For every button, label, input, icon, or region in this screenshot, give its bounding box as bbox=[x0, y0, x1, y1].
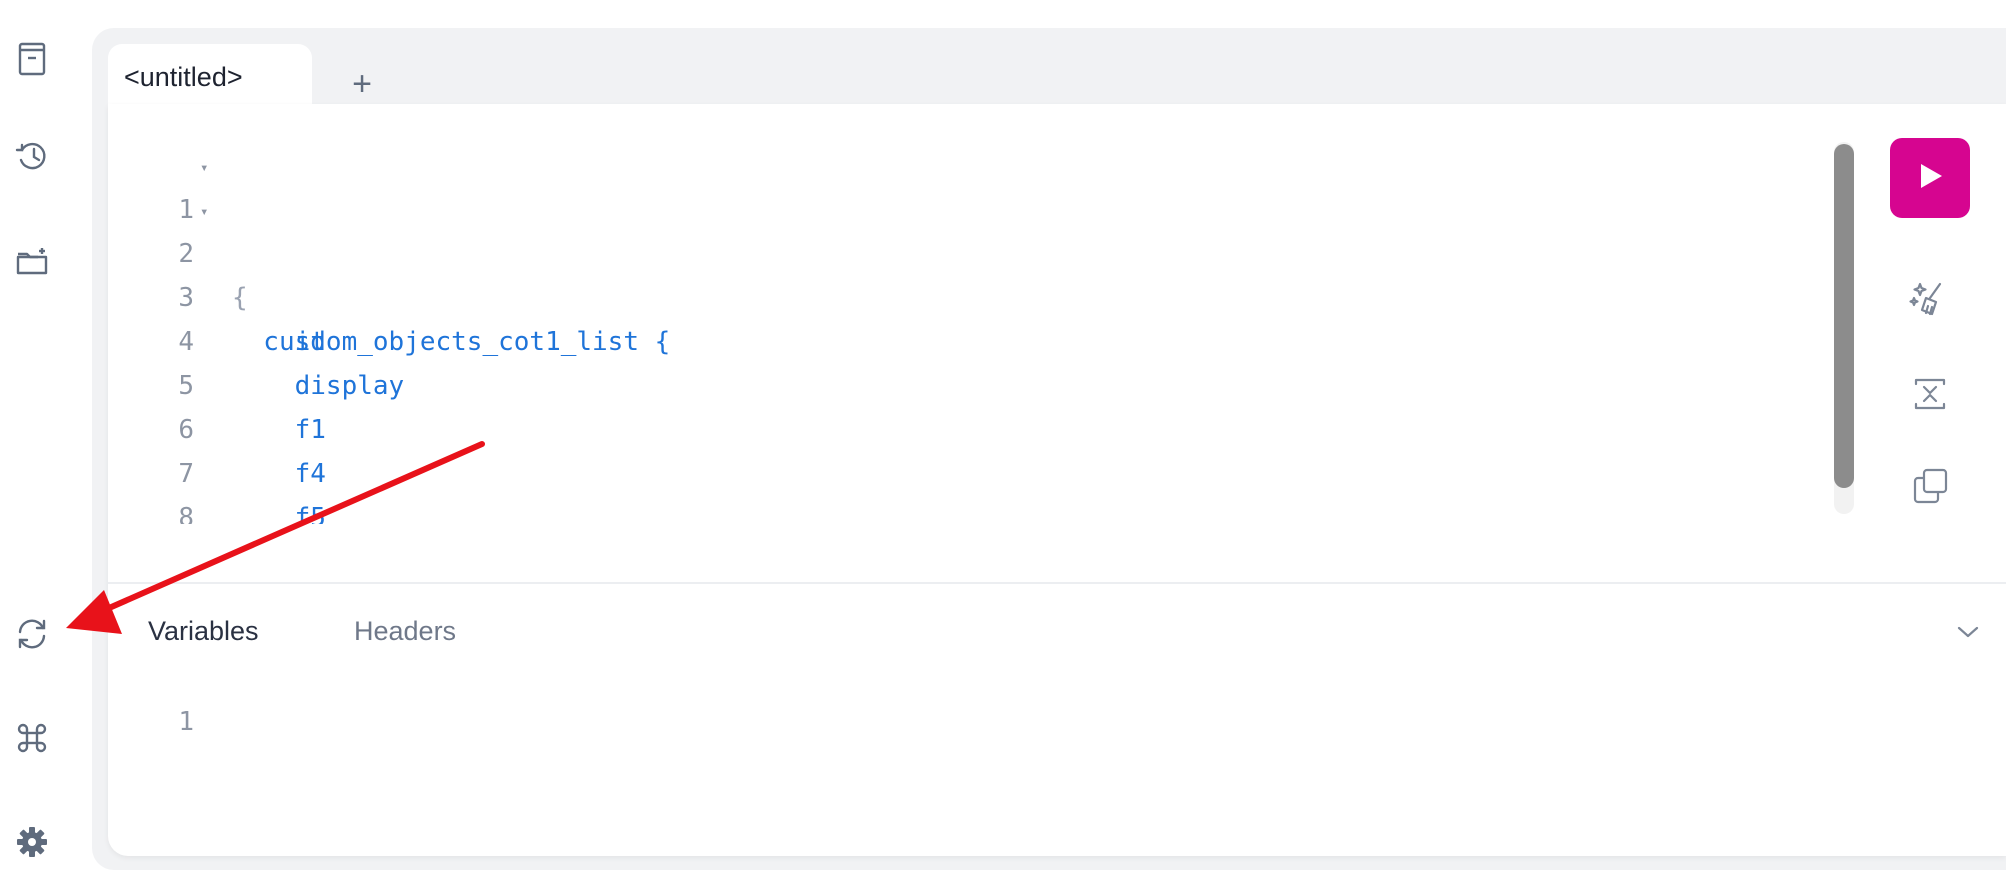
history-icon bbox=[12, 136, 52, 181]
merge-fragments-button[interactable] bbox=[1904, 370, 1956, 422]
sidebar bbox=[0, 0, 70, 896]
tab-variables[interactable]: Variables bbox=[148, 616, 259, 647]
chevron-down-icon bbox=[1948, 626, 1988, 656]
settings-button[interactable] bbox=[4, 816, 60, 872]
code-line: 9 } bbox=[108, 496, 1808, 524]
code-line: 3 id bbox=[108, 232, 1808, 357]
code-line: 8 } bbox=[108, 452, 1808, 524]
prettify-button[interactable] bbox=[1904, 276, 1956, 328]
explorer-icon bbox=[12, 242, 52, 287]
copy-query-button[interactable] bbox=[1904, 462, 1956, 514]
code-line: 1 ▾ { bbox=[108, 144, 1808, 313]
fold-arrow-icon[interactable]: ▾ bbox=[200, 146, 208, 190]
play-icon bbox=[1910, 156, 1950, 201]
code-line: 4 display bbox=[108, 276, 1808, 401]
code-line: 6 f4 bbox=[108, 364, 1808, 489]
keyboard-shortcuts-icon bbox=[12, 718, 52, 763]
explorer-button[interactable] bbox=[4, 236, 60, 292]
query-editor[interactable]: 1 ▾ { 2 ▾ custom_objects_cot1_list { 3 i… bbox=[108, 104, 1868, 524]
main-panel: <untitled> + 1 ▾ { 2 ▾ custom_objects_co… bbox=[92, 28, 2006, 870]
docs-button[interactable] bbox=[4, 32, 60, 88]
collapse-panel-button[interactable] bbox=[1948, 612, 1988, 652]
refetch-schema-icon bbox=[12, 614, 52, 659]
code-line: 5 f1 bbox=[108, 320, 1808, 445]
merge-fragments-icon bbox=[1908, 372, 1952, 421]
keyboard-shortcuts-button[interactable] bbox=[4, 712, 60, 768]
refetch-schema-button[interactable] bbox=[4, 608, 60, 664]
docs-icon bbox=[12, 38, 52, 83]
tab-label: <untitled> bbox=[124, 62, 243, 92]
prettify-icon bbox=[1908, 278, 1952, 327]
code-line: 7 f5 bbox=[108, 408, 1808, 524]
fold-arrow-icon[interactable]: ▾ bbox=[200, 190, 208, 234]
tab-headers[interactable]: Headers bbox=[354, 616, 456, 647]
history-button[interactable] bbox=[4, 130, 60, 186]
settings-icon bbox=[12, 822, 52, 867]
run-query-button[interactable] bbox=[1890, 138, 1970, 218]
editor-divider[interactable] bbox=[108, 582, 2006, 584]
code-line: 2 ▾ custom_objects_cot1_list { bbox=[108, 188, 1808, 357]
workspace: 1 ▾ { 2 ▾ custom_objects_cot1_list { 3 i… bbox=[108, 104, 2006, 856]
copy-icon bbox=[1908, 464, 1952, 513]
add-tab-button[interactable]: + bbox=[342, 64, 382, 104]
editor-scrollbar-thumb[interactable] bbox=[1834, 144, 1854, 488]
line-number: 1 bbox=[178, 707, 194, 737]
